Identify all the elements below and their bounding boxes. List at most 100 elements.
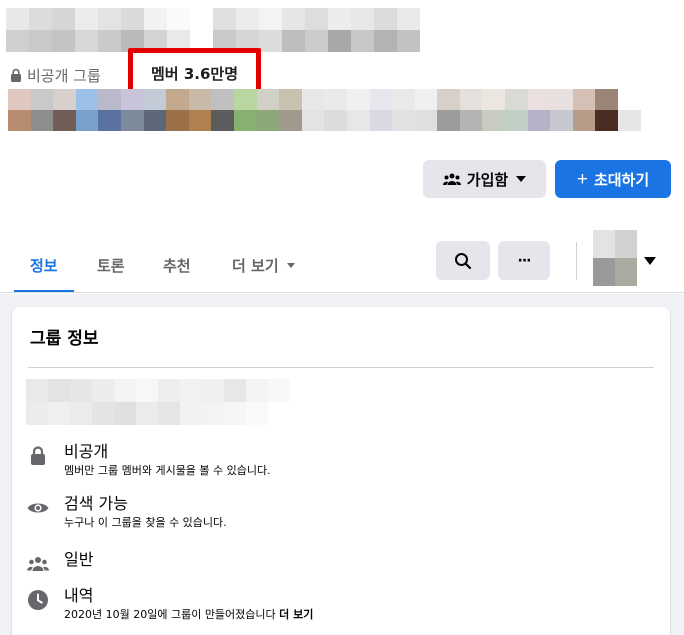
redacted-pixel xyxy=(593,258,615,286)
member-thumbnail-redacted[interactable] xyxy=(593,230,637,286)
tab-bar-divider xyxy=(0,292,684,293)
about-item-general: 일반 xyxy=(26,550,93,576)
redacted-pixel xyxy=(640,89,664,110)
redacted-pixel xyxy=(290,402,312,425)
more-icon: ··· xyxy=(517,252,532,269)
redacted-pixel xyxy=(144,8,167,30)
about-title: 그룹 정보 xyxy=(30,329,99,349)
redacted-pixel xyxy=(167,8,190,30)
redacted-pixel xyxy=(202,379,224,402)
about-card: 그룹 정보 비공개 멤버만 그룹 멤버와 게시물을 볼 수 있습니다. 검색 가… xyxy=(12,307,670,635)
redacted-pixel xyxy=(52,30,75,52)
tab-discussion[interactable]: 토론 xyxy=(97,236,125,294)
redacted-pixel xyxy=(75,110,99,131)
redacted-pixel xyxy=(30,110,54,131)
redacted-pixel xyxy=(26,402,48,425)
redacted-pixel xyxy=(527,89,551,110)
redacted-pixel xyxy=(414,89,438,110)
history-text: 2020년 10월 20일에 그룹이 만들어졌습니다 xyxy=(64,608,276,621)
redacted-pixel xyxy=(640,110,664,131)
redacted-pixel xyxy=(595,110,619,131)
redacted-pixel xyxy=(211,110,234,131)
redacted-pixel xyxy=(259,8,282,30)
redacted-pixel xyxy=(211,89,234,110)
redacted-pixel xyxy=(29,8,52,30)
redacted-pixel xyxy=(346,89,370,110)
about-item-detail: 누구나 이 그룹을 찾을 수 있습니다. xyxy=(64,516,227,529)
redacted-pixel xyxy=(120,110,144,131)
redacted-pixel xyxy=(324,110,347,131)
redacted-pixel xyxy=(527,110,551,131)
caret-down-icon xyxy=(516,176,527,182)
redacted-pixel xyxy=(290,379,312,402)
redacted-pixel xyxy=(70,402,92,425)
clock-icon xyxy=(28,590,48,610)
redacted-pixel xyxy=(615,258,637,286)
invite-button[interactable]: + 초대하기 xyxy=(555,160,671,198)
redacted-pixel xyxy=(256,110,280,131)
tab-about-label: 정보 xyxy=(30,256,58,275)
redacted-pixel xyxy=(98,30,121,52)
redacted-pixel xyxy=(233,110,257,131)
redacted-pixel xyxy=(397,30,420,52)
search-button[interactable] xyxy=(436,241,490,280)
redacted-pixel xyxy=(593,230,615,258)
caret-down-icon[interactable] xyxy=(644,257,656,265)
redacted-pixel xyxy=(328,30,351,52)
redacted-pixel xyxy=(143,89,167,110)
redacted-pixel xyxy=(224,379,246,402)
redacted-pixel xyxy=(301,110,325,131)
joined-label: 가입함 xyxy=(466,171,509,189)
redacted-pixel xyxy=(136,379,158,402)
toolbar-divider xyxy=(576,242,577,280)
redacted-pixel xyxy=(52,8,75,30)
plus-icon: + xyxy=(576,168,588,190)
about-item-detail: 멤버만 그룹 멤버와 게시물을 볼 수 있습니다. xyxy=(64,464,271,477)
about-item-privacy: 비공개 멤버만 그룹 멤버와 게시물을 볼 수 있습니다. xyxy=(26,442,271,479)
redacted-pixel xyxy=(98,8,121,30)
redacted-pixel xyxy=(121,8,144,30)
see-more-link[interactable]: 더 보기 xyxy=(279,608,313,621)
about-item-heading: 비공개 xyxy=(64,442,109,461)
more-options-button[interactable]: ··· xyxy=(498,241,550,280)
redacted-pixel xyxy=(98,89,121,110)
redacted-pixel xyxy=(158,402,180,425)
redacted-pixel xyxy=(70,379,92,402)
redacted-pixel xyxy=(75,8,98,30)
redacted-pixel xyxy=(615,230,637,258)
redacted-pixel xyxy=(572,110,596,131)
redacted-pixel xyxy=(26,379,48,402)
redacted-pixel xyxy=(351,8,374,30)
caret-down-icon xyxy=(286,262,295,268)
redacted-pixel xyxy=(392,89,415,110)
redacted-pixel xyxy=(143,110,167,131)
tab-discussion-label: 토론 xyxy=(97,256,125,275)
redacted-pixel xyxy=(414,110,438,131)
redacted-pixel xyxy=(120,89,144,110)
redacted-pixel xyxy=(224,402,246,425)
redacted-pixel xyxy=(324,89,347,110)
tab-more[interactable]: 더 보기 xyxy=(232,236,295,294)
redacted-pixel xyxy=(166,89,189,110)
redacted-pixel xyxy=(6,8,29,30)
invite-label: 초대하기 xyxy=(593,171,650,189)
redacted-pixel xyxy=(482,89,506,110)
member-count[interactable]: 멤버 3.6만명 xyxy=(151,63,238,84)
redacted-pixel xyxy=(29,30,52,52)
search-icon xyxy=(455,252,472,269)
redacted-pixel xyxy=(374,30,397,52)
redacted-pixel xyxy=(259,30,282,52)
about-item-history: 내역 2020년 10월 20일에 그룹이 만들어졌습니다 더 보기 xyxy=(26,586,313,623)
redacted-pixel xyxy=(114,379,136,402)
redacted-pixel xyxy=(233,89,257,110)
about-divider xyxy=(28,367,654,368)
redacted-pixel xyxy=(505,110,528,131)
redacted-pixel xyxy=(268,402,290,425)
tab-featured[interactable]: 추천 xyxy=(163,236,191,294)
joined-button[interactable]: 가입함 xyxy=(423,160,546,198)
redacted-pixel xyxy=(351,30,374,52)
redacted-pixel xyxy=(550,110,573,131)
tab-about[interactable]: 정보 xyxy=(14,236,74,294)
redacted-pixel xyxy=(618,89,641,110)
member-avatars-redacted[interactable] xyxy=(8,89,664,131)
